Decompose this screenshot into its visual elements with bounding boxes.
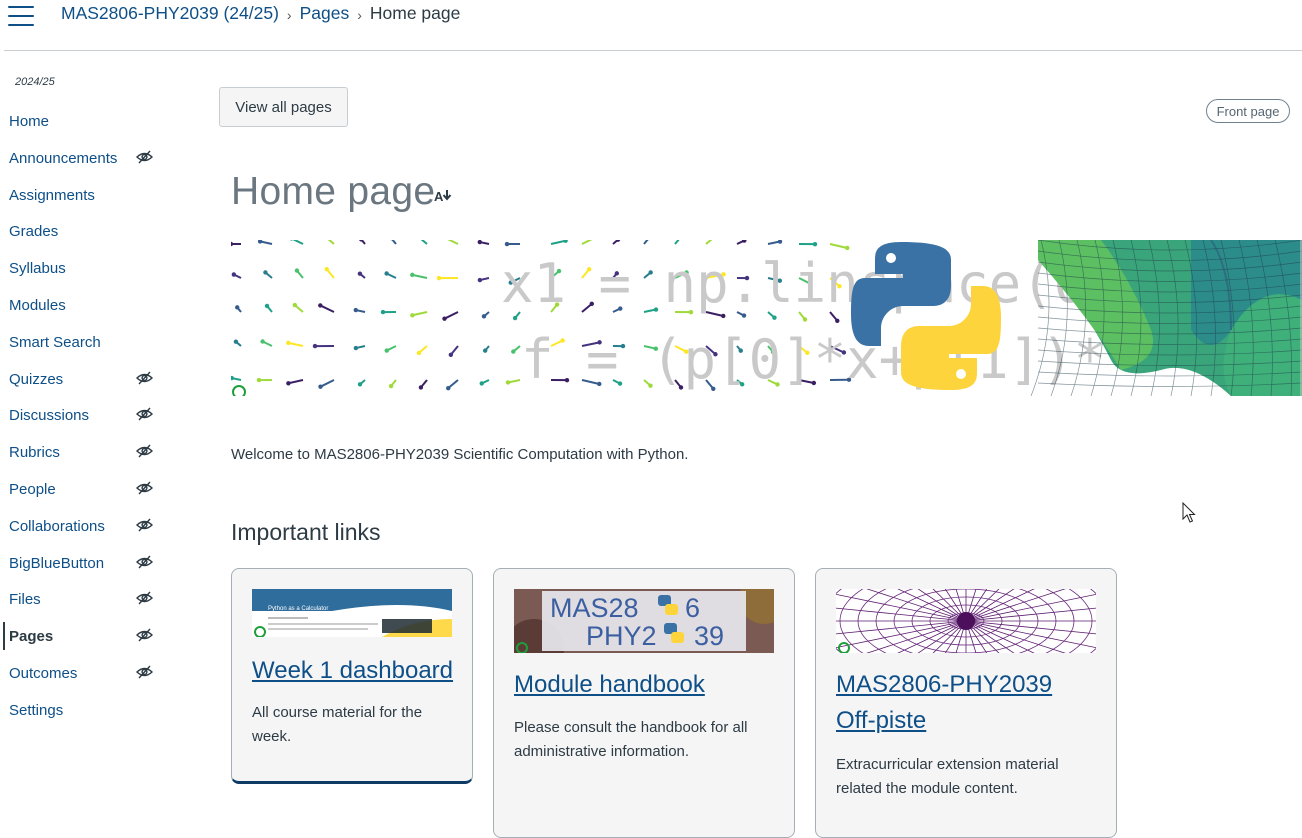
sidebar-item-announcements[interactable]: Announcements (0, 140, 175, 176)
banner-code-line-2: f = (p[0]*x+p[1])** (521, 328, 1139, 391)
sidebar-item-assignments[interactable]: Assignments (0, 177, 175, 213)
sidebar-item-files[interactable]: Files (0, 581, 175, 617)
eye-slash-icon (136, 150, 153, 164)
sidebar-item-label: Modules (0, 297, 66, 314)
text-direction-icon[interactable]: A (434, 188, 456, 204)
eye-slash-icon (136, 591, 153, 605)
week1-thumb-text: Python as a Calculator (268, 606, 328, 612)
handbook-thumb-line2b: 39 (694, 621, 724, 651)
card-desc-handbook: Please consult the handbook for all admi… (514, 716, 774, 764)
handbook-thumb-line1: MAS28 (550, 593, 639, 623)
link-card-week1[interactable]: Python as a Calculator Week 1 dashboard … (231, 568, 473, 784)
sidebar-item-grades[interactable]: Grades (0, 213, 175, 249)
sidebar-item-label: Quizzes (0, 371, 63, 388)
sidebar-item-label: Grades (0, 223, 58, 240)
sidebar-item-home[interactable]: Home (0, 103, 175, 139)
card-thumbnail-offpiste (836, 589, 1096, 653)
breadcrumb-current: Home page (370, 3, 460, 24)
sidebar-item-label: Syllabus (0, 260, 66, 277)
sidebar-item-label: Smart Search (0, 334, 101, 351)
sidebar-item-label: Pages (0, 628, 53, 645)
card-thumbnail-week1: Python as a Calculator (252, 589, 452, 637)
sidebar-item-quizzes[interactable]: Quizzes (0, 361, 175, 397)
sidebar-item-collaborations[interactable]: Collaborations (0, 508, 175, 544)
header-divider (4, 50, 1302, 51)
eye-slash-icon (136, 481, 153, 495)
svg-text:A: A (434, 189, 444, 204)
card-thumbnail-handbook: MAS28 6 PHY2 39 (514, 589, 774, 653)
eye-slash-icon (136, 555, 153, 569)
handbook-thumb-line2: PHY2 (586, 621, 657, 651)
sidebar-item-syllabus[interactable]: Syllabus (0, 250, 175, 286)
hamburger-menu-icon[interactable] (8, 6, 34, 26)
eye-slash-icon (136, 665, 153, 679)
sidebar-item-bigbluebutton[interactable]: BigBlueButton (0, 545, 175, 581)
sidebar-item-discussions[interactable]: Discussions (0, 397, 175, 433)
sidebar-item-modules[interactable]: Modules (0, 287, 175, 323)
view-all-pages-button[interactable]: View all pages (219, 87, 348, 127)
sidebar-item-label: Files (0, 591, 41, 608)
sidebar-item-outcomes[interactable]: Outcomes (0, 655, 175, 691)
chevron-right-icon: › (357, 7, 362, 23)
sidebar-item-label: Assignments (0, 187, 95, 204)
important-links-heading: Important links (231, 519, 381, 546)
mouse-cursor-icon (1182, 502, 1196, 524)
eye-slash-icon (136, 444, 153, 458)
page-title: Home page (231, 170, 435, 214)
eye-slash-icon (136, 628, 153, 642)
breadcrumb-course[interactable]: MAS2806-PHY2039 (24/25) (61, 3, 279, 24)
course-banner-image: x1 = np.linspace(0,10 f = (p[0]*x+p[1])*… (231, 240, 1302, 396)
breadcrumb: MAS2806-PHY2039 (24/25) › Pages › Home p… (61, 3, 460, 24)
card-title-offpiste[interactable]: MAS2806-PHY2039 Off-piste (836, 667, 1096, 739)
sidebar-item-label: Announcements (0, 150, 117, 167)
card-title-week1[interactable]: Week 1 dashboard (252, 653, 453, 689)
card-desc-offpiste: Extracurricular extension material relat… (836, 753, 1096, 801)
link-card-handbook[interactable]: MAS28 6 PHY2 39 Module handbook Please c… (493, 568, 795, 838)
sidebar-item-smart-search[interactable]: Smart Search (0, 324, 175, 360)
eye-slash-icon (136, 407, 153, 421)
sidebar-item-label: Outcomes (0, 665, 77, 682)
eye-slash-icon (136, 518, 153, 532)
card-title-handbook[interactable]: Module handbook (514, 667, 705, 703)
link-card-offpiste[interactable]: MAS2806-PHY2039 Off-piste Extracurricula… (815, 568, 1117, 838)
sidebar-item-label: Discussions (0, 407, 89, 424)
welcome-text: Welcome to MAS2806-PHY2039 Scientific Co… (231, 446, 688, 463)
sidebar-item-rubrics[interactable]: Rubrics (0, 434, 175, 470)
sidebar-item-label: Rubrics (0, 444, 60, 461)
card-desc-week1: All course material for the week. (252, 701, 457, 749)
sidebar-item-label: Collaborations (0, 518, 105, 535)
term-label: 2024/25 (15, 76, 55, 88)
sidebar-item-label: Home (0, 113, 49, 130)
front-page-badge: Front page (1206, 99, 1290, 123)
handbook-thumb-line1b: 6 (685, 593, 700, 623)
sidebar-item-label: BigBlueButton (0, 555, 104, 572)
eye-slash-icon (136, 371, 153, 385)
sidebar-item-pages[interactable]: Pages (0, 618, 175, 654)
sidebar-item-people[interactable]: People (0, 471, 175, 507)
sidebar-item-settings[interactable]: Settings (0, 692, 175, 728)
sidebar-item-label: People (0, 481, 56, 498)
sidebar-item-label: Settings (0, 702, 63, 719)
chevron-right-icon: › (287, 7, 292, 23)
breadcrumb-pages[interactable]: Pages (300, 3, 350, 24)
